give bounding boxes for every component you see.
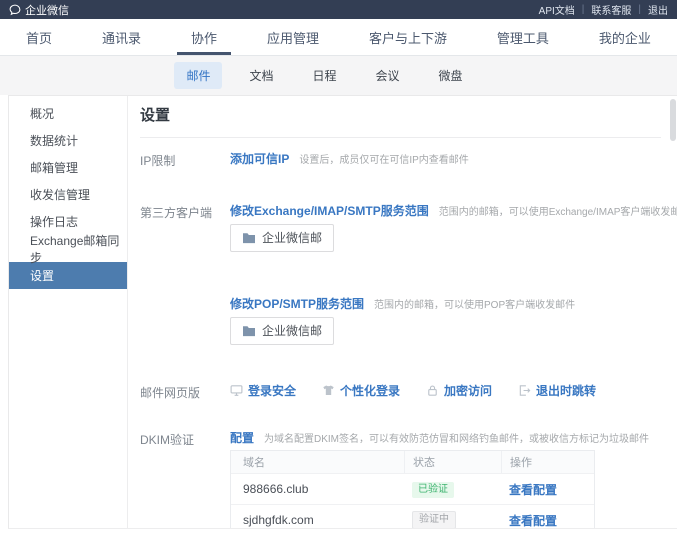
logout-link[interactable]: 退出	[648, 2, 668, 17]
modify-pop-smtp-link[interactable]: 修改POP/SMTP服务范围	[230, 295, 364, 312]
header-status: 状态	[404, 451, 501, 473]
sidebar-item-statistics[interactable]: 数据统计	[9, 127, 127, 154]
topbar: 企业微信 API文档 | 联系客服 | 退出	[0, 0, 677, 19]
primary-nav: 首页 通讯录 协作 应用管理 客户与上下游 管理工具 我的企业	[0, 19, 677, 56]
dkim-config-link[interactable]: 配置	[230, 429, 254, 446]
section-label: IP限制	[140, 150, 230, 169]
view-config-link[interactable]: 查看配置	[509, 514, 557, 528]
dkim-desc: 为域名配置DKIM签名，可以有效防范仿冒和网络钓鱼邮件，或被收信方标记为垃圾邮件	[264, 430, 649, 445]
nav-item-home[interactable]: 首页	[24, 19, 54, 55]
pop-scope-tag: 企业微信邮	[230, 317, 334, 345]
sub-tabstrip: 邮件 文档 日程 会议 微盘	[0, 56, 677, 95]
tshirt-icon	[322, 384, 335, 397]
sidebar-item-settings[interactable]: 设置	[9, 262, 127, 289]
domain-cell: sjdhgfdk.com	[231, 513, 404, 527]
link-label: 退出时跳转	[536, 382, 596, 399]
table-row: sjdhgfdk.com 验证中 查看配置	[231, 504, 594, 528]
nav-label: 通讯录	[102, 28, 141, 47]
action-cell: 查看配置	[501, 512, 594, 529]
add-trusted-ip-link[interactable]: 添加可信IP	[230, 150, 289, 167]
nav-label: 首页	[26, 28, 52, 47]
tab-mail[interactable]: 邮件	[174, 62, 222, 89]
tag-label: 企业微信邮	[262, 229, 322, 246]
nav-item-collaboration[interactable]: 协作	[189, 19, 219, 55]
action-cell: 查看配置	[501, 481, 594, 498]
nav-label: 应用管理	[267, 28, 319, 47]
nav-item-apps[interactable]: 应用管理	[265, 19, 321, 55]
contact-support-link[interactable]: 联系客服	[591, 2, 631, 17]
exit-icon	[518, 384, 531, 397]
header-domain: 域名	[231, 451, 404, 473]
nav-label: 管理工具	[497, 28, 549, 47]
section-label: 邮件网页版	[140, 382, 230, 401]
logo-text: 企业微信	[25, 2, 69, 18]
tag-label: 企业微信邮	[262, 322, 322, 339]
view-config-link[interactable]: 查看配置	[509, 483, 557, 497]
separator: |	[582, 4, 585, 15]
link-label: 加密访问	[444, 382, 492, 399]
status-cell: 验证中	[404, 511, 501, 528]
topbar-links: API文档 | 联系客服 | 退出	[539, 2, 668, 17]
tab-docs[interactable]: 文档	[237, 62, 285, 89]
tab-schedule[interactable]: 日程	[300, 62, 348, 89]
nav-item-contacts[interactable]: 通讯录	[100, 19, 143, 55]
chat-bubble-icon	[9, 4, 21, 16]
encrypted-access-link[interactable]: 加密访问	[426, 382, 492, 399]
section-webmail: 邮件网页版 登录安全 个性化登录	[140, 382, 663, 401]
exchange-scope-tag: 企业微信邮	[230, 224, 334, 252]
sidebar-item-exchange-sync[interactable]: Exchange邮箱同步	[9, 235, 127, 262]
settings-content: 设置 IP限制 添加可信IP 设置后，成员仅可在可信IP内查看邮件 第三方客户端…	[128, 96, 677, 528]
table-row: 988666.club 已验证 查看配置	[231, 473, 594, 504]
section-dkim: DKIM验证 配置 为域名配置DKIM签名，可以有效防范仿冒和网络钓鱼邮件，或被…	[140, 429, 663, 528]
status-cell: 已验证	[404, 481, 501, 498]
folder-icon	[242, 325, 256, 337]
nav-label: 协作	[191, 28, 217, 47]
section-label: DKIM验证	[140, 429, 230, 528]
link-label: 登录安全	[248, 382, 296, 399]
nav-item-customers[interactable]: 客户与上下游	[367, 19, 449, 55]
tab-meeting[interactable]: 会议	[364, 62, 412, 89]
header-action: 操作	[501, 451, 594, 473]
sidebar: 概况 数据统计 邮箱管理 收发信管理 操作日志 Exchange邮箱同步 设置	[9, 96, 128, 528]
section-ip-restriction: IP限制 添加可信IP 设置后，成员仅可在可信IP内查看邮件	[140, 150, 663, 169]
domain-cell: 988666.club	[231, 482, 404, 496]
nav-label: 我的企业	[599, 28, 651, 47]
lock-icon	[426, 384, 439, 397]
api-docs-link[interactable]: API文档	[539, 2, 575, 17]
ip-restriction-desc: 设置后，成员仅可在可信IP内查看邮件	[299, 151, 468, 166]
dkim-table-header: 域名 状态 操作	[231, 451, 594, 473]
sidebar-item-send-receive-management[interactable]: 收发信管理	[9, 181, 127, 208]
sidebar-item-mailbox-management[interactable]: 邮箱管理	[9, 154, 127, 181]
link-label: 个性化登录	[340, 382, 400, 399]
status-badge: 验证中	[412, 511, 456, 528]
divider	[140, 137, 661, 138]
main-panel: 概况 数据统计 邮箱管理 收发信管理 操作日志 Exchange邮箱同步 设置 …	[8, 95, 677, 529]
login-security-link[interactable]: 登录安全	[230, 382, 296, 399]
folder-icon	[242, 232, 256, 244]
monitor-icon	[230, 384, 243, 397]
app-logo: 企业微信	[9, 2, 69, 18]
sub-tabs: 邮件 文档 日程 会议 微盘	[174, 62, 474, 89]
nav-item-my-company[interactable]: 我的企业	[597, 19, 653, 55]
page-title: 设置	[140, 104, 663, 125]
scrollbar-thumb[interactable]	[670, 99, 676, 141]
modify-exchange-imap-smtp-link[interactable]: 修改Exchange/IMAP/SMTP服务范围	[230, 202, 429, 219]
exchange-scope-desc: 范围内的邮箱，可以使用Exchange/IMAP客户端收发邮件	[439, 203, 677, 218]
nav-label: 客户与上下游	[369, 28, 447, 47]
separator: |	[638, 4, 641, 15]
section-third-party-clients: 第三方客户端 修改Exchange/IMAP/SMTP服务范围 范围内的邮箱，可…	[140, 202, 663, 345]
status-badge: 已验证	[412, 482, 454, 498]
dkim-table: 域名 状态 操作 988666.club 已验证 查看配置	[230, 450, 595, 528]
personalized-login-link[interactable]: 个性化登录	[322, 382, 400, 399]
pop-scope-desc: 范围内的邮箱，可以使用POP客户端收发邮件	[374, 296, 575, 311]
logout-redirect-link[interactable]: 退出时跳转	[518, 382, 596, 399]
section-label: 第三方客户端	[140, 202, 230, 345]
nav-item-management-tools[interactable]: 管理工具	[495, 19, 551, 55]
tab-drive[interactable]: 微盘	[427, 62, 475, 89]
sidebar-item-overview[interactable]: 概况	[9, 100, 127, 127]
